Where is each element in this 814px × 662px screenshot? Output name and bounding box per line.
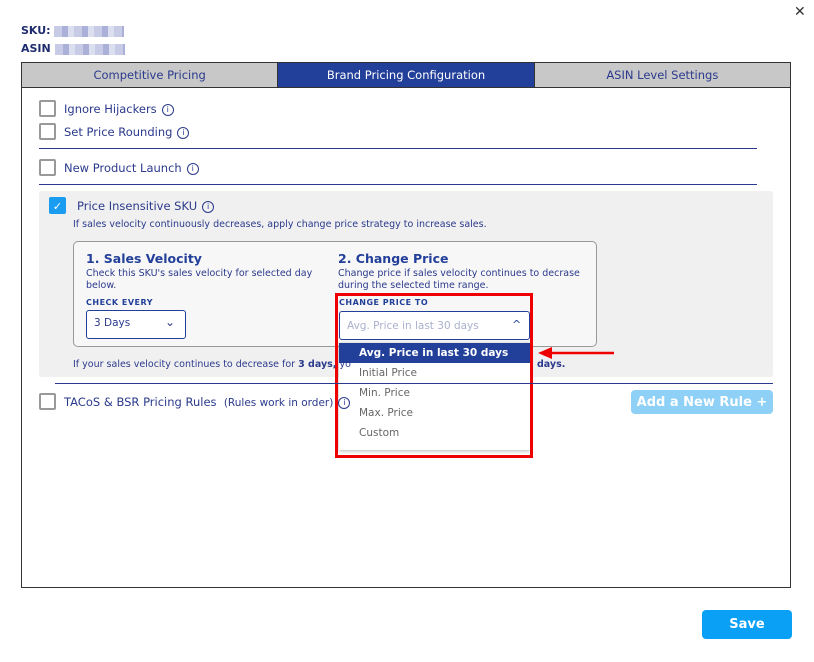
- ignore-hijackers-checkbox[interactable]: [39, 100, 56, 117]
- price-insensitive-label: Price Insensitive SKU i: [77, 199, 215, 213]
- asin-row: ASIN: [21, 42, 125, 55]
- price-insensitive-text: Price Insensitive SKU: [77, 199, 198, 213]
- new-product-launch-checkbox[interactable]: [39, 159, 56, 176]
- tab-asin-level-settings[interactable]: ASIN Level Settings: [534, 63, 790, 87]
- sales-velocity-title: 1. Sales Velocity: [86, 251, 202, 266]
- footer-end: days.: [537, 359, 566, 370]
- tacos-checkbox[interactable]: [39, 393, 56, 410]
- check-every-value: 3 Days: [94, 317, 131, 329]
- price-insensitive-description: If sales velocity continuously decreases…: [73, 219, 487, 230]
- footer-text-cont: yo: [336, 359, 351, 370]
- check-every-select[interactable]: 3 Days ⌄: [86, 310, 186, 339]
- tacos-label: TACoS & BSR Pricing Rules (Rules work in…: [64, 395, 351, 409]
- chevron-down-icon: ⌄: [165, 315, 176, 329]
- red-arrow-annotation: [538, 347, 614, 359]
- sku-row: SKU:: [21, 24, 125, 37]
- info-icon[interactable]: i: [202, 200, 215, 213]
- tab-bar: Competitive Pricing Brand Pricing Config…: [21, 62, 791, 88]
- change-price-title: 2. Change Price: [338, 251, 449, 266]
- tab-competitive-pricing[interactable]: Competitive Pricing: [22, 63, 279, 87]
- set-price-rounding-label: Set Price Rounding i: [64, 125, 190, 139]
- tacos-text: TACoS & BSR Pricing Rules: [64, 395, 217, 409]
- highlight-box: [335, 293, 533, 458]
- info-icon[interactable]: i: [338, 396, 351, 409]
- divider: [39, 148, 757, 149]
- new-product-launch-text: New Product Launch: [64, 161, 182, 175]
- info-icon[interactable]: i: [186, 162, 199, 175]
- tab-brand-pricing-configuration[interactable]: Brand Pricing Configuration: [278, 63, 535, 87]
- change-price-desc: Change price if sales velocity continues…: [338, 268, 580, 291]
- price-insensitive-footer: If your sales velocity continues to decr…: [73, 359, 351, 371]
- info-icon[interactable]: i: [177, 126, 190, 139]
- ignore-hijackers-text: Ignore Hijackers: [64, 102, 157, 116]
- tacos-note: (Rules work in order): [223, 397, 334, 409]
- check-every-label: CHECK EVERY: [86, 298, 154, 307]
- ignore-hijackers-label: Ignore Hijackers i: [64, 102, 174, 116]
- asin-label: ASIN: [21, 42, 51, 55]
- divider: [55, 383, 773, 384]
- new-product-launch-label: New Product Launch i: [64, 161, 199, 175]
- add-new-rule-button[interactable]: Add a New Rule +: [631, 390, 773, 414]
- close-icon[interactable]: ✕: [794, 4, 806, 20]
- asin-value-redacted: [54, 43, 125, 55]
- save-button[interactable]: Save: [702, 610, 792, 639]
- footer-days: 3 days,: [298, 359, 337, 370]
- set-price-rounding-checkbox[interactable]: [39, 123, 56, 140]
- sales-velocity-desc: Check this SKU's sales velocity for sele…: [86, 268, 313, 291]
- price-insensitive-checkbox[interactable]: ✓: [49, 197, 66, 214]
- sku-label: SKU:: [21, 24, 51, 37]
- sku-value-redacted: [54, 25, 125, 37]
- footer-text: If your sales velocity continues to decr…: [73, 359, 299, 370]
- info-icon[interactable]: i: [161, 103, 174, 116]
- set-price-rounding-text: Set Price Rounding: [64, 125, 173, 139]
- divider: [39, 184, 757, 185]
